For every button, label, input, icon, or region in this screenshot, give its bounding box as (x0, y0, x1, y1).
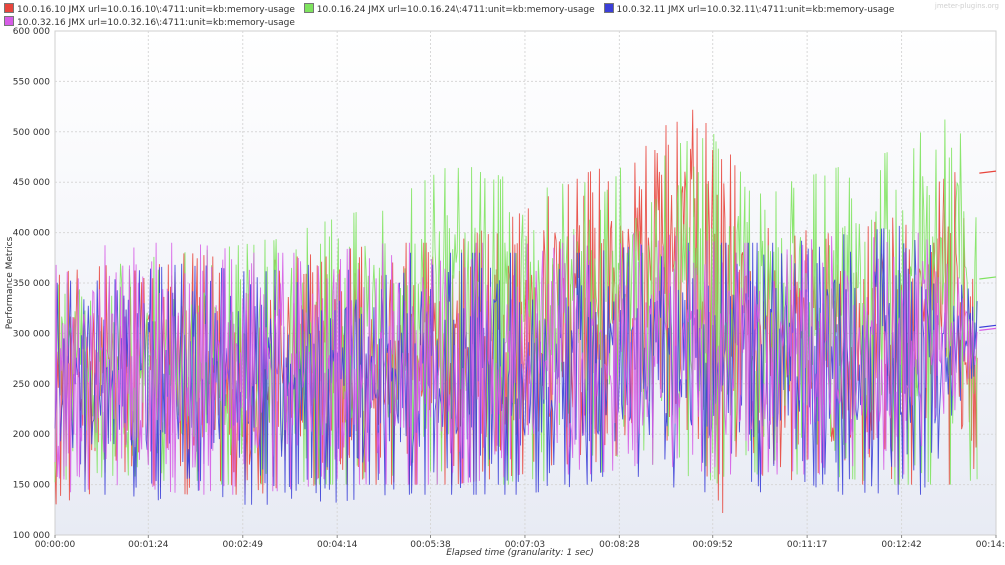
y-tick-label: 450 000 (13, 178, 50, 188)
x-axis-title: Elapsed time (granularity: 1 sec) (446, 548, 594, 558)
line-chart: 100 000150 000200 000250 000300 000350 0… (5, 27, 1005, 558)
x-tick-label: 00:01:24 (128, 540, 169, 550)
y-tick-label: 550 000 (13, 77, 50, 87)
y-tick-label: 350 000 (13, 279, 50, 289)
x-tick-label: 00:14:07 (976, 540, 1005, 550)
y-tick-label: 200 000 (13, 430, 50, 440)
y-tick-label: 300 000 (13, 329, 50, 339)
x-tick-label: 00:00:00 (35, 540, 76, 550)
y-axis-title: Performance Metrics (5, 236, 15, 329)
x-tick-label: 00:05:38 (410, 540, 451, 550)
y-tick-label: 600 000 (13, 27, 50, 37)
x-tick-label: 00:04:14 (317, 540, 358, 550)
y-tick-label: 400 000 (13, 229, 50, 239)
y-tick-label: 500 000 (13, 128, 50, 138)
y-tick-label: 150 000 (13, 481, 50, 491)
x-tick-label: 00:02:49 (223, 540, 264, 550)
x-tick-label: 00:12:42 (881, 540, 921, 550)
y-tick-label: 250 000 (13, 380, 50, 390)
y-axis: 100 000150 000200 000250 000300 000350 0… (13, 27, 50, 541)
x-tick-label: 00:08:28 (599, 540, 640, 550)
x-tick-label: 00:09:52 (692, 540, 732, 550)
x-tick-label: 00:11:17 (787, 540, 827, 550)
